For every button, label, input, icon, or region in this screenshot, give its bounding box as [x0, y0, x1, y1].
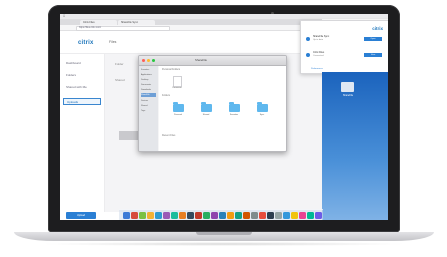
- desktop-icon-label: ShareFile: [342, 94, 354, 97]
- finder-sidebar-item[interactable]: Applications: [141, 73, 156, 77]
- citrix-logo[interactable]: citrix: [78, 40, 94, 46]
- finder-sidebar-item[interactable]: Shared: [141, 104, 156, 108]
- notification-subtitle: Up to date: [313, 39, 324, 41]
- nav-item-uploads[interactable]: Uploads: [63, 98, 101, 105]
- dock-app-icon[interactable]: [131, 212, 138, 219]
- dock-app-icon[interactable]: [139, 212, 146, 219]
- dock-app-icon[interactable]: [251, 212, 258, 219]
- dock-app-icon[interactable]: [219, 212, 226, 219]
- finder-sidebar-item[interactable]: Favorites: [141, 68, 156, 72]
- content-heading: Folder: [115, 62, 124, 66]
- folder-icon[interactable]: [229, 102, 240, 112]
- notification-title: Citrix Files: [313, 51, 325, 54]
- dock-app-icon[interactable]: [179, 212, 186, 219]
- folder-icon[interactable]: [201, 102, 212, 112]
- dock-app-icon[interactable]: [315, 212, 322, 219]
- dock-app-icon[interactable]: [299, 212, 306, 219]
- dock-app-icon[interactable]: [307, 212, 314, 219]
- notification-panel: citrix ShareFile Sync Up to date Open Ci…: [300, 20, 388, 74]
- nav-item-folders[interactable]: Folders: [63, 72, 101, 79]
- dock-app-icon[interactable]: [187, 212, 194, 219]
- finder-content: Personal Folders Document Folders Person…: [159, 66, 286, 151]
- dock-app-icon[interactable]: [275, 212, 282, 219]
- dock-app-icon[interactable]: [243, 212, 250, 219]
- dock-app-icon[interactable]: [195, 212, 202, 219]
- dock-app-icon[interactable]: [291, 212, 298, 219]
- notification-button[interactable]: Open: [364, 37, 382, 41]
- dock-app-icon[interactable]: [211, 212, 218, 219]
- dock-app-icon[interactable]: [283, 212, 290, 219]
- document-icon[interactable]: [173, 76, 182, 87]
- finder-sidebar: Favorites Applications Desktop Documents…: [139, 66, 158, 151]
- cloud-icon: [306, 37, 310, 41]
- upload-button[interactable]: Upload: [66, 212, 96, 219]
- finder-sidebar-item[interactable]: Downloads: [141, 88, 156, 92]
- section-label: Personal Folders: [162, 68, 181, 71]
- dock-app-icon[interactable]: [259, 212, 266, 219]
- finder-sidebar-item[interactable]: Desktop: [141, 78, 156, 82]
- desktop-drive-icon[interactable]: [341, 82, 354, 92]
- folder-label: Sync: [259, 114, 265, 116]
- folder-label: Favorites: [229, 114, 239, 116]
- finder-sidebar-item[interactable]: Devices: [141, 99, 156, 103]
- notification-subtitle: Connected: [313, 55, 324, 57]
- finder-window: ShareFile Favorites Applications Desktop…: [138, 55, 287, 152]
- side-nav: Dashboard Folders Shared with Me Uploads: [60, 54, 105, 212]
- citrix-logo: citrix: [372, 26, 383, 31]
- page-title: Files: [109, 40, 117, 44]
- dock-app-icon[interactable]: [163, 212, 170, 219]
- notification-button[interactable]: View: [364, 53, 382, 57]
- file-label: Document: [172, 87, 182, 89]
- notification-footer-link[interactable]: Preferences: [311, 68, 323, 70]
- laptop-notch: [196, 232, 252, 235]
- dock: [119, 209, 323, 220]
- notification-item: ShareFile Sync Up to date Open: [304, 33, 386, 49]
- folder-icon[interactable]: [257, 102, 268, 112]
- close-icon[interactable]: [142, 59, 145, 62]
- nav-item-dashboard[interactable]: Dashboard: [63, 60, 101, 67]
- dock-app-icon[interactable]: [147, 212, 154, 219]
- dock-app-icon[interactable]: [267, 212, 274, 219]
- dock-app-icon[interactable]: [171, 212, 178, 219]
- finder-title: ShareFile: [195, 58, 207, 62]
- folder-icon[interactable]: [173, 102, 184, 112]
- finder-sidebar-item[interactable]: Documents: [141, 83, 156, 87]
- app-header: citrix Files: [60, 31, 322, 54]
- cloud-icon: [306, 53, 310, 57]
- notification-item: Citrix Files Connected View: [304, 49, 386, 65]
- dock-app-icon[interactable]: [123, 212, 130, 219]
- content-subheading: Shared: [115, 78, 125, 82]
- laptop-shadow: [40, 242, 408, 246]
- zoom-icon[interactable]: [152, 59, 155, 62]
- nav-item-shared[interactable]: Shared with Me: [63, 84, 101, 91]
- folder-label: Shared: [202, 114, 210, 116]
- finder-sidebar-item-selected[interactable]: ShareFile: [141, 93, 156, 97]
- section-label: Recent Files: [162, 134, 176, 137]
- notification-title: ShareFile Sync: [313, 35, 330, 38]
- screen:  Citrix Files ShareFile Sync https://fi…: [60, 14, 388, 220]
- finder-toolbar: ShareFile: [139, 56, 286, 66]
- section-label: Folders: [162, 94, 170, 97]
- dock-app-icon[interactable]: [155, 212, 162, 219]
- dock-app-icon[interactable]: [203, 212, 210, 219]
- dock-app-icon[interactable]: [235, 212, 242, 219]
- dock-app-icon[interactable]: [227, 212, 234, 219]
- finder-sidebar-item[interactable]: Tags: [141, 109, 156, 113]
- minimize-icon[interactable]: [147, 59, 150, 62]
- desktop-wallpaper: ShareFile: [322, 72, 388, 220]
- folder-label: Personal: [174, 114, 182, 116]
